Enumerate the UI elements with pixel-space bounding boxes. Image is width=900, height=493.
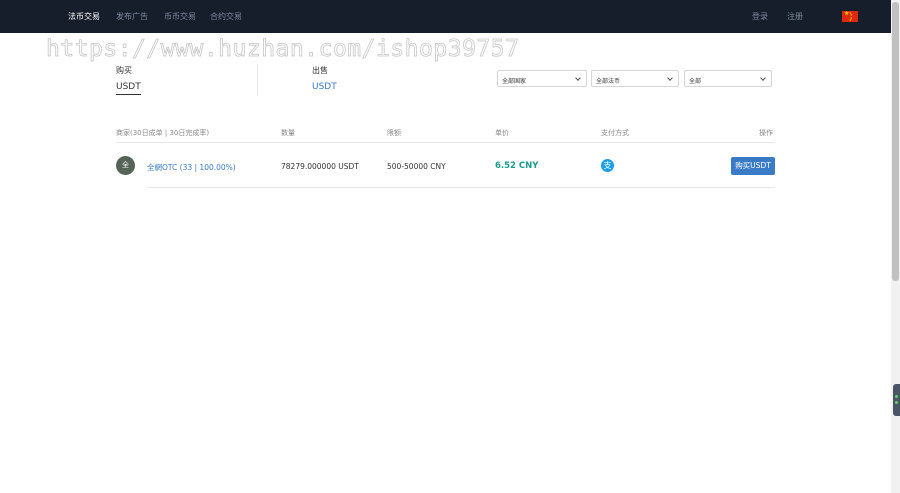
payment-select-value: 全部 [689, 78, 702, 85]
header-action: 操作 [759, 129, 773, 137]
scrollbar-thumb[interactable] [892, 2, 899, 281]
watermark-text: https://www.huzhan.com/ishop39757 [46, 36, 520, 63]
nav-contract-trading[interactable]: 合约交易 [210, 11, 242, 22]
side-float-widget[interactable] [893, 384, 900, 416]
row-price: 6.52 CNY [495, 161, 539, 171]
payment-select[interactable]: 全部 [684, 70, 772, 87]
tab-divider [257, 64, 258, 96]
login-link[interactable]: 登录 [752, 11, 768, 22]
buy-tab-label: 购买 [116, 66, 132, 75]
buy-usdt-button[interactable]: 购买USDT [731, 157, 775, 175]
country-select[interactable]: 全部国家 [497, 70, 587, 87]
nav-post-ad[interactable]: 发布广告 [116, 11, 148, 22]
chevron-down-icon [667, 75, 673, 81]
currency-select-value: 全部法币 [596, 78, 621, 85]
chevron-down-icon [760, 75, 766, 81]
page-scrollbar[interactable] [891, 0, 900, 493]
sell-tab-label: 出售 [312, 66, 328, 75]
row-limit: 500-50000 CNY [387, 162, 446, 171]
nav-fiat-trading[interactable]: 法币交易 [68, 11, 100, 22]
currency-select[interactable]: 全部法币 [591, 70, 679, 87]
country-select-value: 全部国家 [502, 78, 527, 85]
china-flag-icon[interactable]: ★ ★ ★ ★ ★ [842, 11, 858, 22]
status-dot-icon [895, 395, 898, 398]
header-payment: 支付方式 [601, 129, 629, 137]
row-quantity: 78279.000000 USDT [281, 162, 359, 171]
table-header-divider [116, 142, 775, 143]
header-limit: 限额 [387, 129, 401, 137]
row-divider [147, 187, 775, 188]
header-merchant: 商家(30日成单 | 30日完成率) [116, 129, 210, 137]
buy-tab-usdt[interactable]: USDT [116, 82, 141, 95]
header-price: 单价 [495, 129, 509, 137]
register-link[interactable]: 注册 [787, 11, 803, 22]
header-quantity: 数量 [281, 129, 295, 137]
sell-tab-usdt[interactable]: USDT [312, 82, 337, 92]
nav-coin-trading[interactable]: 币币交易 [164, 11, 196, 22]
alipay-icon: 支 [601, 159, 614, 172]
avatar: 全 [116, 156, 135, 175]
status-dot-icon [895, 401, 898, 404]
top-navbar: 法币交易 发布广告 币币交易 合约交易 登录 注册 ★ ★ ★ ★ ★ [0, 0, 891, 33]
merchant-name-link[interactable]: 全網OTC (33 | 100.00%) [147, 162, 236, 173]
chevron-down-icon [575, 75, 581, 81]
